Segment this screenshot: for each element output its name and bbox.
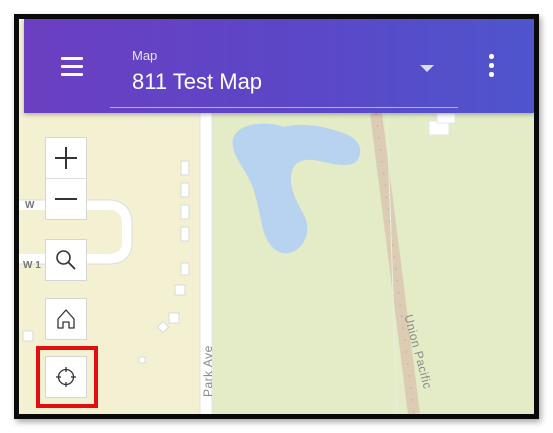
building (180, 226, 190, 242)
building (168, 312, 180, 324)
building (180, 204, 190, 220)
zoom-controls (45, 137, 87, 220)
app-screen: Map 811 Test Map W W 1 Park Ave Union Pa… (19, 19, 534, 414)
home-button[interactable] (46, 299, 86, 339)
locate-control (45, 356, 87, 398)
building (180, 182, 190, 198)
menu-button[interactable] (58, 54, 86, 78)
building (180, 160, 190, 176)
locate-crosshair-icon (56, 367, 76, 387)
building (174, 284, 186, 296)
search-control (45, 239, 87, 281)
road-label: W (25, 200, 35, 211)
locate-button[interactable] (46, 357, 86, 397)
home-control (45, 298, 87, 340)
map-select-label: Map (132, 48, 158, 63)
app-header: Map 811 Test Map (24, 19, 534, 113)
map-select-dropdown[interactable]: Map 811 Test Map (110, 41, 458, 108)
building (138, 356, 146, 364)
building (180, 262, 190, 276)
device-frame: Map 811 Test Map W W 1 Park Ave Union Pa… (14, 14, 539, 419)
building (22, 330, 34, 342)
map-select-value: 811 Test Map (132, 69, 263, 94)
map-view[interactable]: W W 1 Park Ave Union Pacific (19, 113, 534, 414)
dropdown-arrow-icon (420, 65, 434, 72)
search-button[interactable] (46, 240, 86, 280)
more-options-button[interactable] (484, 53, 498, 79)
search-icon (56, 250, 76, 270)
zoom-out-button[interactable] (46, 178, 86, 219)
street-label-park-ave: Park Ave (201, 345, 215, 397)
zoom-in-button[interactable] (46, 138, 86, 178)
map-canvas (19, 113, 534, 414)
road-label: W 1 (23, 260, 41, 271)
building (436, 113, 456, 124)
home-icon (57, 309, 75, 329)
